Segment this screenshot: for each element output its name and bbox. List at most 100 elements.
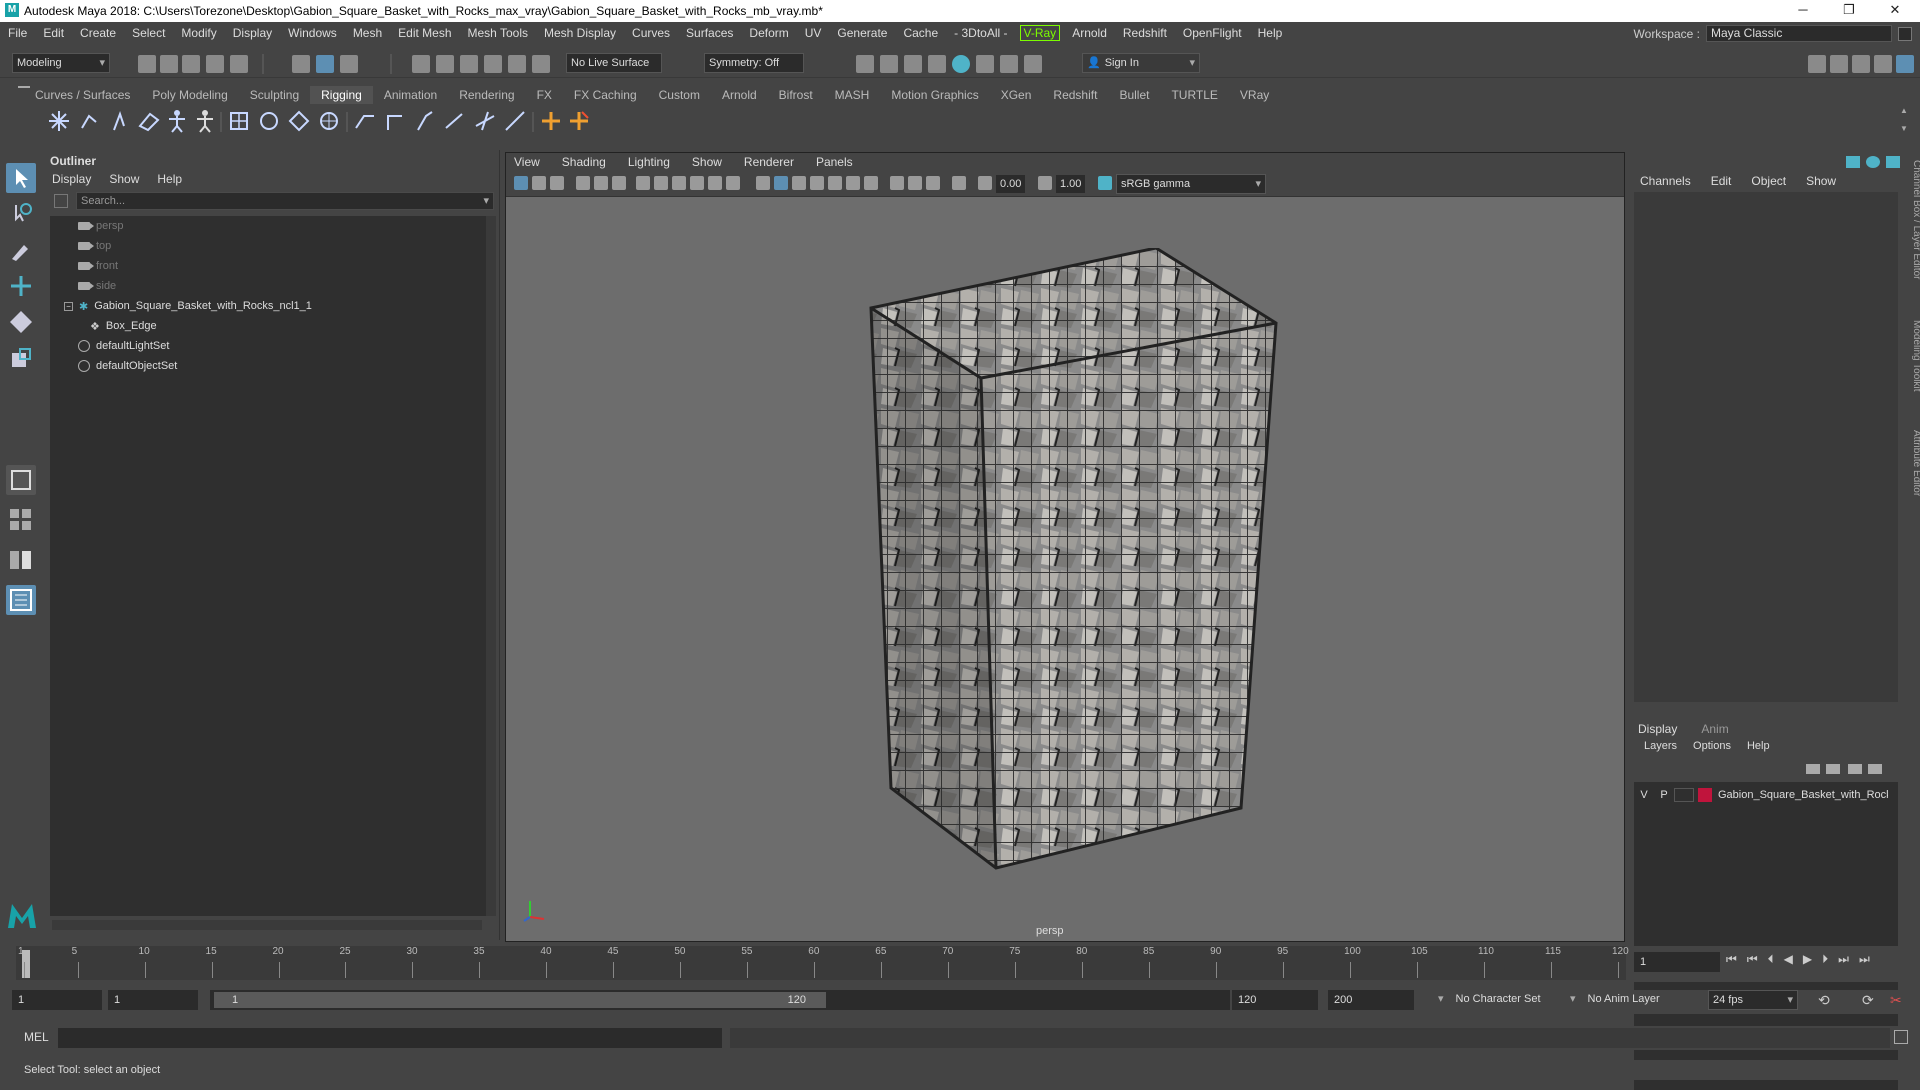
grease-pencil-icon[interactable] [612,176,626,190]
scale-tool-button[interactable] [6,343,36,373]
gabion-basket-model[interactable] [761,248,1401,888]
options-menu[interactable]: Options [1693,740,1731,752]
snap-surface-icon[interactable] [532,55,550,73]
tab-anim[interactable]: Anim [1701,722,1728,736]
display-type-toggle[interactable] [1674,788,1694,802]
step-back-frame-icon[interactable]: ⏴ [1768,952,1774,967]
grid-icon[interactable] [636,176,650,190]
menu-vray[interactable]: V-Ray [1019,25,1061,41]
shelf-tab-fx[interactable]: FX [526,86,563,104]
render-view-icon[interactable] [976,55,994,73]
maximize-button[interactable]: ❐ [1826,0,1872,22]
safe-action-icon[interactable] [726,176,740,190]
save-scene-icon[interactable] [182,55,200,73]
layer-color-swatch[interactable] [1698,788,1712,802]
exposure-icon[interactable] [978,176,992,190]
lasso-tool-button[interactable] [6,199,36,229]
viewport-menu-show[interactable]: Show [692,153,722,171]
anim-layer-dropdown[interactable]: ▾ No Anim Layer [1570,992,1660,1005]
viewport-panel[interactable]: View Shading Lighting Show Renderer Pane… [505,152,1625,942]
viewport-menu-view[interactable]: View [514,153,540,171]
step-forward-key-icon[interactable]: ⏭ [1838,952,1849,967]
layers-menu[interactable]: Layers [1644,740,1677,752]
menu-openflight[interactable]: OpenFlight [1175,26,1250,40]
list-item[interactable]: side [78,276,116,296]
float-icon[interactable] [1886,156,1900,168]
new-layer-icon[interactable] [1848,764,1862,774]
wireframe-icon[interactable] [756,176,770,190]
menu-help[interactable]: Help [1250,26,1291,40]
xray-joints-icon[interactable] [926,176,940,190]
mel-input[interactable] [58,1028,722,1048]
outliner-menu-help[interactable]: Help [157,172,182,186]
shelf-tab-motion-graphics[interactable]: Motion Graphics [880,86,989,104]
ik-handle-icon[interactable] [76,108,102,134]
step-back-key-icon[interactable]: ⏮ [1747,952,1758,967]
wrap-icon[interactable] [286,108,312,134]
list-item[interactable]: top [78,236,111,256]
tab-display[interactable]: Display [1638,722,1677,736]
menu-select[interactable]: Select [124,26,173,40]
snap-view-plane-icon[interactable] [484,55,502,73]
list-item[interactable]: ❖ Box_Edge [90,316,157,336]
collapse-icon[interactable]: − [64,301,73,311]
resolution-gate-icon[interactable] [672,176,686,190]
color-management-icon[interactable] [1098,176,1112,190]
list-item[interactable]: front [78,256,118,276]
ambient-occlusion-icon[interactable] [864,176,878,190]
animation-prefs-icon[interactable]: ✂ [1890,992,1902,1009]
list-item[interactable]: defaultObjectSet [78,356,177,376]
shelf-tab-rigging[interactable]: Rigging [310,86,373,104]
side-tab-attribute-editor[interactable]: Attribute Editor [1910,430,1920,496]
list-item[interactable]: persp [78,216,124,236]
four-view-button[interactable] [6,505,36,535]
menu-cache[interactable]: Cache [895,26,946,40]
render-frame-icon[interactable] [856,55,874,73]
object-menu[interactable]: Object [1751,174,1786,188]
sign-in-button[interactable]: 👤 Sign In ▾ [1082,53,1200,73]
channel-box-icon[interactable] [1896,55,1914,73]
open-scene-icon[interactable] [160,55,178,73]
outliner-layout-button[interactable] [6,585,36,615]
show-menu[interactable]: Show [1806,174,1836,188]
fps-dropdown[interactable]: 24 fps ▾ [1708,990,1798,1010]
layer-row[interactable]: V P Gabion_Square_Basket_with_Rocks [1634,786,1898,804]
current-frame-field[interactable]: 1 [1634,952,1720,972]
shelf-tab-redshift[interactable]: Redshift [1042,86,1108,104]
shelf-tab-bullet[interactable]: Bullet [1108,86,1160,104]
bookmark-icon[interactable] [550,176,564,190]
move-layer-up-icon[interactable] [1806,764,1820,774]
insert-joint-icon[interactable] [136,108,162,134]
redo-icon[interactable] [230,55,248,73]
outliner-menu-display[interactable]: Display [52,172,91,186]
paint-weights-icon[interactable] [412,108,438,134]
menu-mesh-tools[interactable]: Mesh Tools [460,26,536,40]
modeling-toolkit-icon[interactable] [1830,55,1848,73]
select-by-object-icon[interactable] [316,55,334,73]
animation-start-field[interactable]: 1 [12,990,102,1010]
select-tool-button[interactable] [6,163,36,193]
gamma-field[interactable]: 1.00 [1056,175,1086,193]
snap-grid-icon[interactable] [412,55,430,73]
menu-generate[interactable]: Generate [829,26,895,40]
shelf-tab-bifrost[interactable]: Bifrost [768,86,824,104]
outliner-search-input[interactable]: Search... ▾ [76,192,494,210]
menu-deform[interactable]: Deform [741,26,796,40]
blend-shape-icon[interactable] [502,108,528,134]
viewport-menu-lighting[interactable]: Lighting [628,153,670,171]
quick-rig-icon[interactable] [164,108,190,134]
field-chart-icon[interactable] [708,176,722,190]
pause-icon[interactable] [1024,55,1042,73]
channels-menu[interactable]: Channels [1640,174,1691,188]
ik-spline-icon[interactable] [106,108,132,134]
menu-redshift[interactable]: Redshift [1115,26,1175,40]
go-to-end-icon[interactable]: ⏭ [1859,952,1870,967]
camera-attributes-icon[interactable] [532,176,546,190]
live-surface-field[interactable]: No Live Surface [566,53,662,73]
render-sequence-icon[interactable] [880,55,898,73]
gamma-icon[interactable] [1038,176,1052,190]
select-by-component-icon[interactable] [340,55,358,73]
menu-file[interactable]: File [0,26,35,40]
panel-layout-icon[interactable] [1808,55,1826,73]
orient-constraint-icon[interactable] [566,108,592,134]
